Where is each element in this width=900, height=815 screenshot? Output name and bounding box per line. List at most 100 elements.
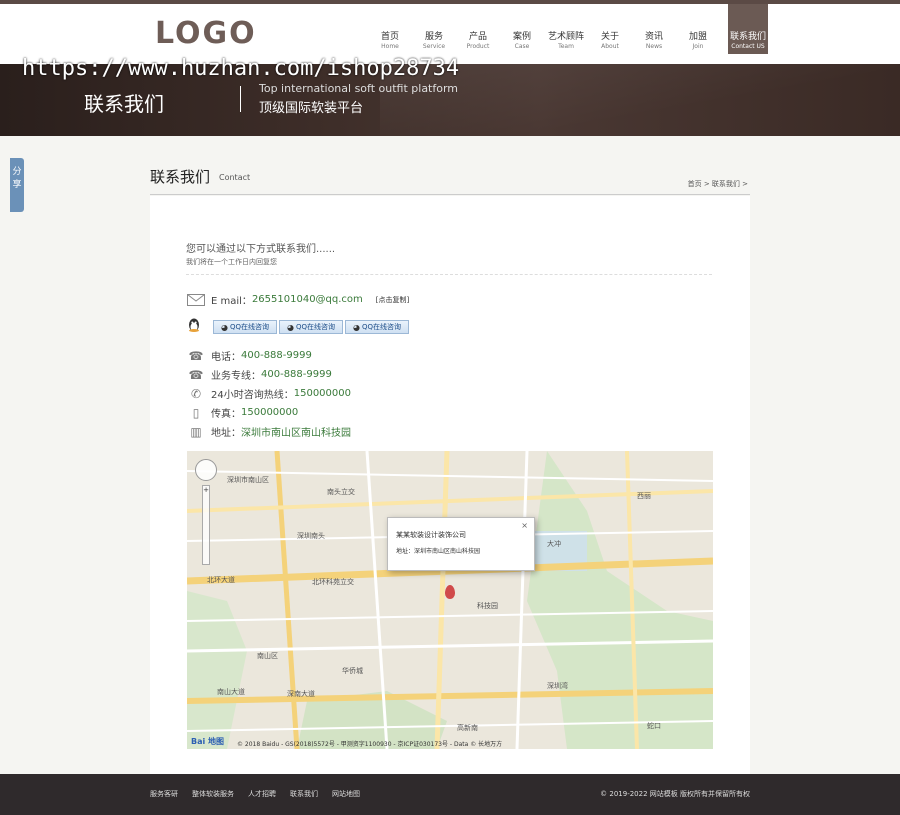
nav-sublabel: Service [422, 43, 446, 50]
nav-item-join[interactable]: 加盟 Join [676, 4, 720, 54]
map-label: 大冲 [547, 540, 561, 548]
intro-text: 您可以通过以下方式联系我们...... [186, 244, 336, 255]
banner-divider [240, 86, 241, 112]
divider [186, 274, 712, 275]
nav-label: 关于 [600, 32, 619, 42]
intro-subtext: 我们将在一个工作日内回复您 [186, 258, 277, 266]
baidu-map[interactable]: 深圳市南山区 南头立交 深圳南头 北环大道 科技园 大冲 南山区 华侨城 深圳湾… [187, 451, 713, 749]
footer-link-jobs[interactable]: 人才招聘 [248, 789, 276, 799]
baidu-map-logo: Bai 地图 [191, 737, 225, 746]
nav-label: 首页 [380, 32, 399, 42]
address-value: 深圳市南山区南山科技园 [241, 428, 351, 439]
page-title-en: Contact [219, 173, 251, 182]
fax-icon: ▯ [192, 405, 200, 420]
email-row: E mail： 2655101040@qq.com [点击复制] [186, 292, 410, 307]
phone-icon: ☎ [188, 348, 204, 363]
nav-sublabel: Product [466, 43, 490, 50]
nav-label: 加盟 [688, 32, 707, 42]
nav-label: 产品 [468, 32, 487, 42]
nav-sublabel: Home [381, 43, 399, 50]
nav-sublabel: Contact US [731, 43, 765, 50]
footer-link-service-research[interactable]: 服务客研 [150, 789, 178, 799]
nav-label: 案例 [512, 32, 531, 42]
footer-link-contact[interactable]: 联系我们 [290, 789, 318, 799]
fax-value: 150000000 [241, 407, 299, 418]
qq-button-label: QQ在线咨询 [229, 323, 269, 331]
address-label: 地址： [211, 428, 241, 439]
nav-sublabel: Join [692, 43, 704, 50]
site-header: LOGO 首页 Home 服务 Service 产品 Product 案例 Case 艺… [0, 4, 900, 64]
phone-icon: ☎ [188, 367, 204, 382]
map-label: 南头立交 [327, 488, 355, 496]
copy-email-button[interactable]: [点击复制] [375, 294, 410, 306]
share-tab[interactable]: 分享 [10, 158, 24, 212]
site-footer: 服务客研 整体软装服务 人才招聘 联系我们 网站地图 © 2019-2022 网… [0, 774, 900, 815]
main-nav: 首页 Home 服务 Service 产品 Product 案例 Case 艺术顾阵 Te… [368, 4, 768, 54]
map-label: 北环科苑立交 [312, 578, 354, 586]
nav-label: 服务 [424, 32, 443, 42]
map-label: 深圳湾 [547, 682, 568, 690]
map-label: 蛇口 [647, 722, 661, 730]
qq-consult-button-2[interactable]: ◕ QQ在线咨询 [279, 320, 343, 334]
nav-item-product[interactable]: 产品 Product [456, 4, 500, 54]
fax-label: 传真： [211, 409, 241, 420]
qq-penguin-icon [186, 317, 206, 337]
map-pan-control[interactable] [195, 459, 217, 481]
phone-value: 400-888-9999 [241, 350, 312, 361]
support-label: 24小时咨询热线： [211, 390, 294, 401]
nav-label: 资讯 [644, 32, 663, 42]
qq-consult-button-3[interactable]: ◕ QQ在线咨询 [345, 320, 409, 334]
hotline-label: 业务专线： [211, 371, 261, 382]
footer-link-soft-outfit[interactable]: 整体软装服务 [192, 789, 234, 799]
qq-consult-button-1[interactable]: ◕ QQ在线咨询 [213, 320, 277, 334]
map-label: 南山区 [257, 652, 278, 660]
close-icon[interactable]: × [521, 521, 528, 530]
banner-slogan-en: Top international soft outfit platform [259, 82, 459, 95]
qq-button-label: QQ在线咨询 [295, 323, 335, 331]
nav-item-news[interactable]: 资讯 News [632, 4, 676, 54]
nav-sublabel: Team [558, 43, 574, 50]
qq-icon: ◕ [352, 322, 360, 332]
hotline-row: ☎ 业务专线： 400-888-9999 [186, 367, 332, 383]
support-value: 150000000 [293, 388, 351, 399]
banner-title: 联系我们 [84, 92, 164, 116]
nav-item-case[interactable]: 案例 Case [500, 4, 544, 54]
map-label: 西丽 [637, 492, 651, 500]
nav-label: 联系我们 [729, 32, 766, 42]
building-icon: ▥ [190, 424, 202, 439]
qq-button-label: QQ在线咨询 [361, 323, 401, 331]
watermark-url: https://www.huzhan.com/ishop28734 [22, 56, 460, 81]
map-pin-icon[interactable] [445, 585, 455, 599]
logo[interactable]: LOGO [155, 16, 257, 51]
nav-item-home[interactable]: 首页 Home [368, 4, 412, 54]
map-label: 深南大道 [287, 690, 315, 698]
footer-copyright: © 2019-2022 网站模板 版权所有并保留所有权 [600, 790, 750, 798]
nav-item-service[interactable]: 服务 Service [412, 4, 456, 54]
map-zoom-slider[interactable]: + [202, 485, 210, 565]
nav-item-about[interactable]: 关于 About [588, 4, 632, 54]
breadcrumb[interactable]: 首页 > 联系我们 > [688, 179, 748, 189]
email-link[interactable]: 2655101040@qq.com [252, 294, 363, 305]
map-label: 华侨城 [342, 667, 363, 675]
nav-sublabel: News [645, 43, 663, 50]
nav-sublabel: Case [514, 43, 530, 50]
nav-label: 艺术顾阵 [547, 32, 584, 42]
nav-item-team[interactable]: 艺术顾阵 Team [544, 4, 588, 54]
map-info-window: 某某软装设计装饰公司 地址：深圳市南山区南山科技园 × [387, 517, 535, 571]
map-popup-title: 某某软装设计装饰公司 [396, 531, 466, 539]
nav-sublabel: About [601, 43, 619, 50]
phone-label: 电话： [211, 352, 241, 363]
page-heading: 联系我们 Contact 首页 > 联系我们 > [150, 165, 750, 195]
headset-icon: ✆ [190, 386, 202, 401]
footer-link-sitemap[interactable]: 网站地图 [332, 789, 360, 799]
page-title: 联系我们 [150, 168, 211, 186]
footer-links: 服务客研 整体软装服务 人才招聘 联系我们 网站地图 [150, 789, 374, 799]
map-label: 深圳南头 [297, 532, 325, 540]
fax-row: ▯ 传真： 150000000 [186, 405, 299, 421]
phone-row: ☎ 电话： 400-888-9999 [186, 348, 312, 364]
qq-row: ◕ QQ在线咨询 ◕ QQ在线咨询 ◕ QQ在线咨询 [186, 317, 409, 337]
qq-icon: ◕ [286, 322, 294, 332]
nav-item-contact[interactable]: 联系我们 Contact US [728, 4, 768, 54]
map-popup-address: 地址：深圳市南山区南山科技园 [396, 548, 481, 555]
map-label: 高新南 [457, 724, 478, 732]
